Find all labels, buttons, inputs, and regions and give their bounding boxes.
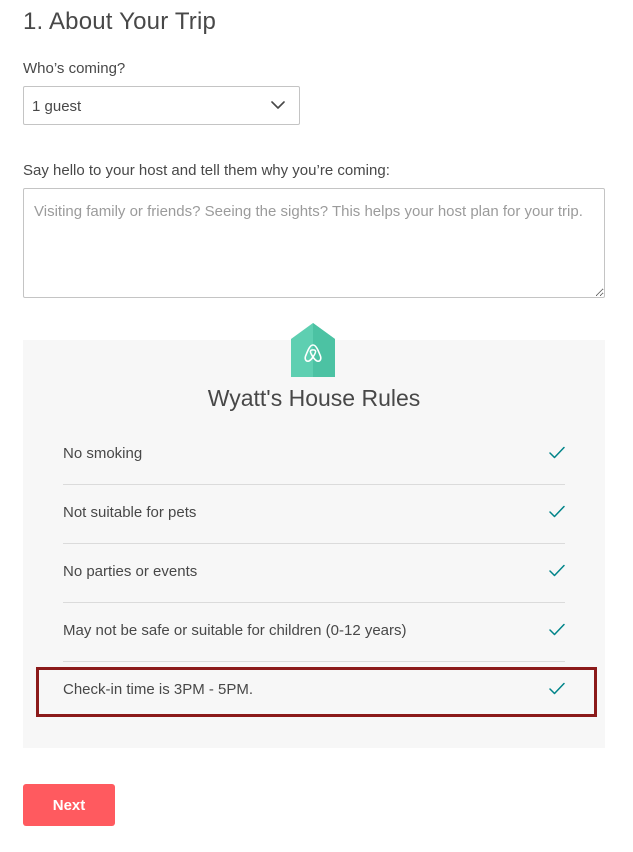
message-to-host-field[interactable] bbox=[23, 188, 605, 298]
message-label: Say hello to your host and tell them why… bbox=[23, 162, 390, 179]
rule-item-label: Check-in time is 3PM - 5PM. bbox=[63, 681, 254, 698]
rule-item: No smoking bbox=[63, 427, 565, 485]
rule-item: No parties or events bbox=[63, 545, 565, 603]
next-button[interactable]: Next bbox=[23, 784, 115, 826]
rule-item-label: May not be safe or suitable for children… bbox=[63, 622, 407, 639]
check-icon bbox=[549, 446, 565, 459]
airbnb-house-logo-icon bbox=[291, 323, 335, 377]
rule-item: Check-in time is 3PM - 5PM. bbox=[63, 663, 565, 721]
rule-item-label: Not suitable for pets bbox=[63, 504, 197, 521]
check-icon bbox=[549, 564, 565, 577]
check-icon bbox=[549, 682, 565, 695]
check-icon bbox=[549, 505, 565, 518]
rule-item-label: No smoking bbox=[63, 445, 143, 462]
guests-select-value: 1 guest bbox=[32, 98, 82, 115]
section-title: 1. About Your Trip bbox=[23, 8, 217, 35]
check-icon bbox=[549, 623, 565, 636]
house-rules-title: Wyatt's House Rules bbox=[207, 385, 421, 411]
guests-select[interactable]: 1 guest bbox=[23, 86, 300, 125]
rule-item: Not suitable for pets bbox=[63, 486, 565, 544]
rule-item: May not be safe or suitable for children… bbox=[63, 604, 565, 662]
rule-item-label: No parties or events bbox=[63, 563, 198, 580]
chevron-down-icon bbox=[271, 101, 285, 109]
guests-label: Who’s coming? bbox=[23, 60, 126, 77]
